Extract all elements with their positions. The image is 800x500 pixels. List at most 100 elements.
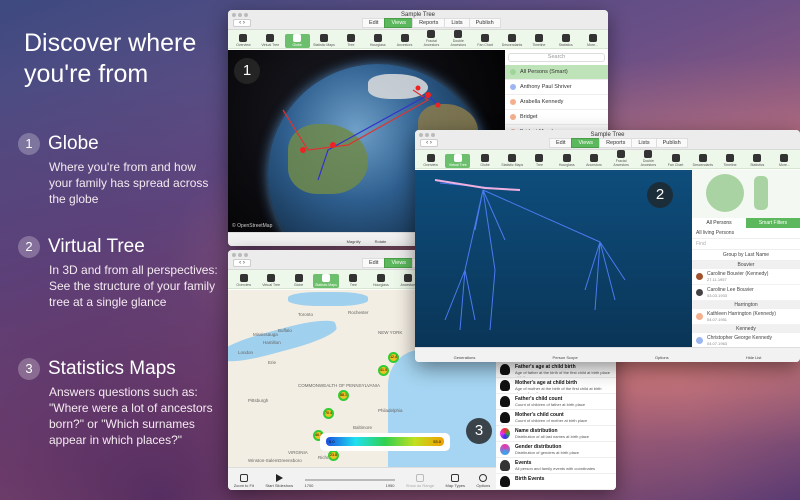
list-item[interactable]: Christopher George Kennedy 04.07.1963 xyxy=(692,333,800,347)
ancestors-icon xyxy=(400,34,409,42)
tab-smart-filters[interactable]: Smart Filters xyxy=(746,218,800,228)
cluster-marker[interactable]: 88.1 xyxy=(338,390,349,401)
start-slideshow-button[interactable]: Start Slideshow xyxy=(265,474,293,488)
map-types-button[interactable]: Map Types xyxy=(446,474,465,488)
tab-views[interactable]: Views xyxy=(384,258,414,268)
tab-publish[interactable]: Publish xyxy=(655,138,688,148)
direction-pad[interactable] xyxy=(706,174,744,212)
list-item[interactable]: Caroline Bouvier (Kennedy) 27.11.1957 xyxy=(692,269,800,285)
search-input[interactable]: Search xyxy=(508,53,605,62)
list-item[interactable]: Kathleen Harrington (Kennedy) 04.07.1951 xyxy=(692,309,800,325)
toolbar-double-ancestors[interactable]: Double Ancestors xyxy=(446,30,471,48)
toolbar-overview[interactable]: Overview xyxy=(231,274,256,288)
statistic-desc: All person and family events with coordi… xyxy=(515,466,596,471)
hide-list-button[interactable]: Hide List xyxy=(746,355,762,360)
cluster-marker[interactable]: 41.9 xyxy=(378,365,389,376)
list-item[interactable]: Bridget xyxy=(505,110,608,125)
view-tabs: EditViewsReportsListsPublish xyxy=(362,18,501,28)
virtual-tree-icon xyxy=(267,274,276,282)
statistic-icon xyxy=(500,460,510,471)
cluster-marker[interactable]: 70.4 xyxy=(323,408,334,419)
toolbar-descendants[interactable]: Descendants xyxy=(500,34,525,48)
statistic-item[interactable]: Father's age at child birth Age of father… xyxy=(496,362,616,378)
toolbar-overview[interactable]: Overview xyxy=(418,154,443,168)
list-item[interactable]: All Persons (Smart) xyxy=(505,65,608,80)
toolbar-statistic-maps[interactable]: Statistic Maps xyxy=(500,154,525,168)
zoom-to-fit-button[interactable]: Zoom to Fit xyxy=(234,474,254,488)
toolbar-globe[interactable]: Globe xyxy=(286,274,311,288)
tab-reports[interactable]: Reports xyxy=(412,18,446,28)
toolbar-fan-chart[interactable]: Fan Chart xyxy=(663,154,688,168)
toolbar-hourglass[interactable]: Hourglass xyxy=(365,34,390,48)
toolbar-fractal-ancestors[interactable]: Fractal Ancestors xyxy=(609,150,634,168)
statistic-item[interactable]: Mother's child count Count of children of… xyxy=(496,410,616,426)
toolbar-timeline[interactable]: Timeline xyxy=(526,34,551,48)
back-forward-buttons[interactable]: ‹ › xyxy=(420,139,438,147)
toolbar-hourglass[interactable]: Hourglass xyxy=(554,154,579,168)
cluster-marker[interactable]: 23.8 xyxy=(328,450,339,461)
tab-lists[interactable]: Lists xyxy=(444,18,470,28)
toolbar-virtual-tree[interactable]: Virtual Tree xyxy=(258,274,283,288)
group-by-select[interactable]: Group by Last Name xyxy=(692,250,800,261)
statistic-item[interactable]: Mother's age at child birth Age of mother… xyxy=(496,378,616,394)
statistic-item[interactable]: Events All person and family events with … xyxy=(496,458,616,474)
toolbar-ancestors[interactable]: Ancestors xyxy=(392,34,417,48)
tab-edit[interactable]: Edit xyxy=(549,138,573,148)
toolbar-double-ancestors[interactable]: Double Ancestors xyxy=(636,150,661,168)
toolbar-statistics[interactable]: Statistics xyxy=(553,34,578,48)
tab-lists[interactable]: Lists xyxy=(631,138,657,148)
toolbar-fractal-ancestors[interactable]: Fractal Ancestors xyxy=(419,30,444,48)
generations-button[interactable]: Generations xyxy=(454,355,476,360)
list-item[interactable]: Arabella Kennedy xyxy=(505,95,608,110)
toolbar-globe[interactable]: Globe xyxy=(472,154,497,168)
show-as-range-button[interactable]: Show as Range xyxy=(406,474,434,488)
toolbar-overview[interactable]: Overview xyxy=(231,34,256,48)
cluster-marker[interactable]: 12.4 xyxy=(388,352,399,363)
person-scope-button[interactable]: Person Scope xyxy=(553,355,578,360)
tab-edit[interactable]: Edit xyxy=(362,258,386,268)
toolbar-timeline[interactable]: Timeline xyxy=(717,154,742,168)
toolbar-tree[interactable]: Tree xyxy=(341,274,366,288)
toolbar-more-[interactable]: More... xyxy=(580,34,605,48)
statistic-item[interactable]: Father's child count Count of children of… xyxy=(496,394,616,410)
statistic-item[interactable]: Name distribution Distribution of all las… xyxy=(496,426,616,442)
filter-select[interactable]: All living Persons xyxy=(692,228,800,239)
zoom-control[interactable] xyxy=(754,176,768,210)
tab-all-persons[interactable]: All Persons xyxy=(692,218,746,228)
label: Options xyxy=(476,483,491,488)
tab-reports[interactable]: Reports xyxy=(599,138,633,148)
toolbar-more-[interactable]: More... xyxy=(772,154,797,168)
tab-views[interactable]: Views xyxy=(384,18,414,28)
person-date: 04.07.1951 xyxy=(707,317,728,322)
back-forward-buttons[interactable]: ‹ › xyxy=(233,259,251,267)
toolbar-statistic-maps[interactable]: Statistic Maps xyxy=(313,274,339,288)
toolbar-virtual-tree[interactable]: Virtual Tree xyxy=(258,34,283,48)
statistic-item[interactable]: Gender distribution Distribution of gende… xyxy=(496,442,616,458)
toolbar-statistic-maps[interactable]: Statistic Maps xyxy=(312,34,337,48)
virtual-tree-view[interactable]: 2 xyxy=(415,170,692,347)
tab-publish[interactable]: Publish xyxy=(468,18,501,28)
options-button[interactable]: Options xyxy=(655,355,669,360)
toolbar-virtual-tree[interactable]: Virtual Tree xyxy=(445,154,471,168)
tab-views[interactable]: Views xyxy=(571,138,601,148)
statistic-item[interactable]: Birth Events xyxy=(496,474,616,490)
feature-number: 2 xyxy=(18,236,40,258)
list-item[interactable]: Anthony Paul Shriver xyxy=(505,80,608,95)
toolbar-ancestors[interactable]: Ancestors xyxy=(581,154,606,168)
options-button[interactable]: Options xyxy=(476,474,490,488)
rotate-button[interactable]: Rotate xyxy=(375,239,387,244)
toolbar-statistics[interactable]: Statistics xyxy=(745,154,770,168)
toolbar-tree[interactable]: Tree xyxy=(338,34,363,48)
year-range-slider[interactable]: 1700 1950 xyxy=(304,479,395,488)
find-input[interactable]: Find xyxy=(692,239,800,250)
back-forward-buttons[interactable]: ‹ › xyxy=(233,19,251,27)
toolbar-globe[interactable]: Globe xyxy=(284,34,310,48)
tab-edit[interactable]: Edit xyxy=(362,18,386,28)
magnify-button[interactable]: Magnify xyxy=(347,239,361,244)
toolbar-tree[interactable]: Tree xyxy=(527,154,552,168)
globe-icon xyxy=(293,34,302,42)
list-item[interactable]: Caroline Lee Bouvier 03.03.1933 xyxy=(692,285,800,301)
toolbar-fan-chart[interactable]: Fan Chart xyxy=(473,34,498,48)
toolbar-descendants[interactable]: Descendants xyxy=(690,154,715,168)
toolbar-hourglass[interactable]: Hourglass xyxy=(368,274,393,288)
